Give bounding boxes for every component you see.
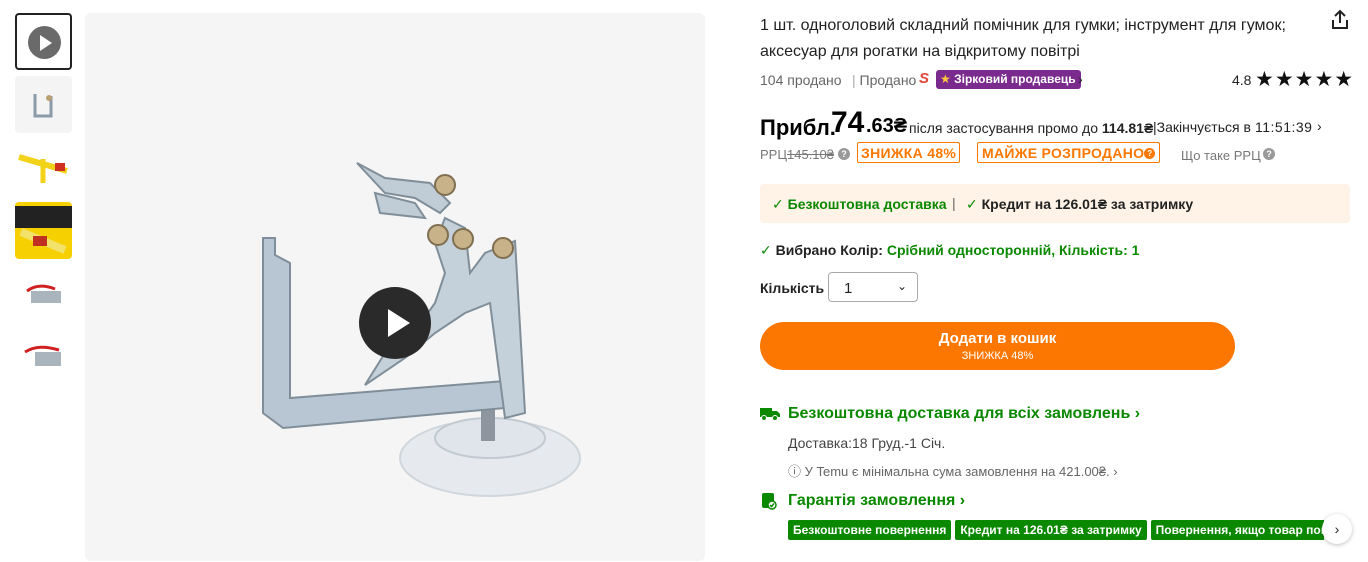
delivery-dates-value: 18 Груд.-1 Січ. — [852, 435, 946, 451]
product-thumbnail-icon — [15, 328, 72, 385]
min-order-note[interactable]: ⓘ У Temu є мінімальна сума замовлення на… — [788, 461, 1118, 480]
credit-label: Кредит на 126.01₴ за затримку — [981, 196, 1194, 212]
rating-value: 4.8 — [1232, 72, 1252, 88]
rrp-row: РРЦ 145.10₴ ? ЗНИЖКА 48% МАЙЖЕ РОЗПРОДАН… — [760, 142, 1352, 164]
product-thumbnail-icon — [15, 265, 72, 322]
price-fraction: .63₴ — [866, 115, 908, 137]
order-guarantee-row[interactable]: Гарантія замовлення › — [760, 490, 1352, 512]
thumbnail-list — [15, 13, 72, 391]
discount-badge: ЗНИЖКА 48% — [857, 142, 961, 163]
add-to-cart-label: Додати в кошик — [938, 330, 1057, 347]
after-promo: після застосування промо до 114.81₴ — [909, 120, 1153, 136]
delivery-highlight-box[interactable]: ✓ Безкоштовна доставка | ✓ Кредит на 126… — [760, 184, 1350, 223]
main-product-image[interactable] — [85, 13, 705, 561]
seller-logo[interactable]: S — [919, 70, 929, 87]
guarantee-tag[interactable]: Безкоштовне повернення — [788, 520, 952, 540]
guarantee-tag[interactable]: Кредит на 126.01₴ за затримку — [955, 520, 1147, 540]
free-shipping-title: Безкоштовна доставка для всіх замовлень — [788, 405, 1131, 422]
meta-row: 104 продано | Продано S ★ Зірковий прода… — [760, 67, 1354, 92]
credit-text: ✓ Кредит на 126.01₴ за затримку — [966, 196, 1193, 213]
product-thumbnail-icon — [15, 202, 72, 259]
countdown-timer: 11:51:39 — [1255, 119, 1313, 135]
product-title: 1 шт. одноголовий складний помічник для … — [760, 17, 1286, 60]
guarantee-tags: Безкоштовне повернення Кредит на 126.01₴ … — [788, 520, 1324, 540]
chevron-right-icon[interactable]: › — [1317, 118, 1322, 134]
star-seller-label: Зірковий продавець — [954, 72, 1076, 86]
play-icon — [28, 26, 61, 59]
ends-label: |Закінчується в — [1153, 119, 1251, 135]
check-icon: ✓ — [760, 242, 772, 258]
sold-by-label: | Продано — [852, 72, 917, 88]
truck-icon — [760, 405, 780, 426]
guarantee-tag[interactable]: Повернення, якщо товар пошкоджено — [1150, 520, 1324, 540]
delivery-label: Доставка: — [788, 435, 853, 451]
thumbnail-image-3[interactable] — [15, 202, 72, 259]
thumbnail-image-1[interactable] — [15, 76, 72, 133]
help-icon[interactable]: ? — [838, 148, 850, 160]
quantity-label: Кількість — [760, 280, 825, 296]
share-icon[interactable] — [1328, 8, 1352, 32]
guarantee-icon — [760, 492, 778, 515]
play-video-button[interactable] — [359, 287, 431, 359]
add-to-cart-sub: ЗНИЖКА 48% — [961, 350, 1034, 362]
divider: | — [952, 195, 956, 211]
almost-sold-text: МАЙЖЕ РОЗПРОДАНО — [982, 145, 1145, 161]
approx-label: Прибл. — [760, 115, 836, 140]
thumbnail-image-2[interactable] — [15, 139, 72, 196]
ends-label-text: Закінчується в — [1156, 119, 1251, 135]
thumbnail-image-4[interactable] — [15, 265, 72, 322]
product-thumbnail-icon — [15, 139, 72, 196]
guarantee-title: Гарантія замовлення › — [788, 492, 966, 509]
selected-label: Вибрано Колір: — [775, 242, 883, 258]
quantity-select[interactable]: 1 ⌄ — [828, 272, 918, 302]
free-shipping-label: Безкоштовна доставка — [787, 196, 947, 212]
rating-stars[interactable]: ★★★★★ — [1255, 67, 1354, 92]
selected-variant: ✓ Вибрано Колір: Срібний односторонній, … — [760, 242, 1139, 259]
check-icon: ✓ — [772, 196, 784, 212]
rrp-value: 145.10₴ — [787, 147, 834, 162]
sold-by-text: Продано — [859, 72, 917, 88]
guarantee-title-text: Гарантія замовлення — [788, 492, 956, 509]
sold-count: 104 продано — [760, 72, 842, 88]
add-to-cart-button[interactable]: Додати в кошик ЗНИЖКА 48% — [760, 322, 1235, 370]
chevron-down-icon: ⌄ — [897, 279, 908, 293]
star-seller-badge[interactable]: ★ Зірковий продавець — [936, 70, 1081, 89]
selected-value: Срібний односторонній, Кількість: 1 — [886, 242, 1140, 258]
chevron-right-icon[interactable]: › — [1078, 71, 1083, 87]
thumbnail-video[interactable] — [15, 13, 72, 70]
price-main: 74 — [831, 106, 865, 139]
what-is-rrp-link[interactable]: Що таке РРЦ — [1181, 148, 1261, 163]
rrp-label: РРЦ — [760, 147, 787, 162]
free-shipping-all-orders: Безкоштовна доставка для всіх замовлень … — [788, 405, 1141, 422]
free-shipping-row[interactable]: Безкоштовна доставка для всіх замовлень … — [760, 403, 1352, 425]
min-order-text: ⓘ У Temu є мінімальна сума замовлення на… — [788, 464, 1110, 479]
product-thumbnail-icon — [33, 94, 53, 118]
free-shipping-text: ✓ Безкоштовна доставка — [772, 196, 947, 213]
price-row: Прибл. 74 .63₴ після застосування промо … — [760, 104, 1352, 144]
tags-next-button[interactable]: › — [1322, 514, 1352, 544]
thumbnail-image-5[interactable] — [15, 328, 72, 385]
after-promo-value: 114.81₴ — [1101, 120, 1154, 136]
almost-sold-badge[interactable]: МАЙЖЕ РОЗПРОДАНО? — [977, 142, 1161, 163]
delivery-dates: Доставка:18 Груд.-1 Січ. — [788, 435, 945, 451]
check-icon: ✓ — [966, 196, 978, 212]
help-icon[interactable]: ? — [1263, 148, 1275, 160]
quantity-value: 1 — [844, 280, 853, 297]
help-icon: ? — [1144, 148, 1156, 159]
after-promo-prefix: після застосування промо до — [909, 120, 1102, 136]
star-icon: ★ — [940, 72, 951, 86]
